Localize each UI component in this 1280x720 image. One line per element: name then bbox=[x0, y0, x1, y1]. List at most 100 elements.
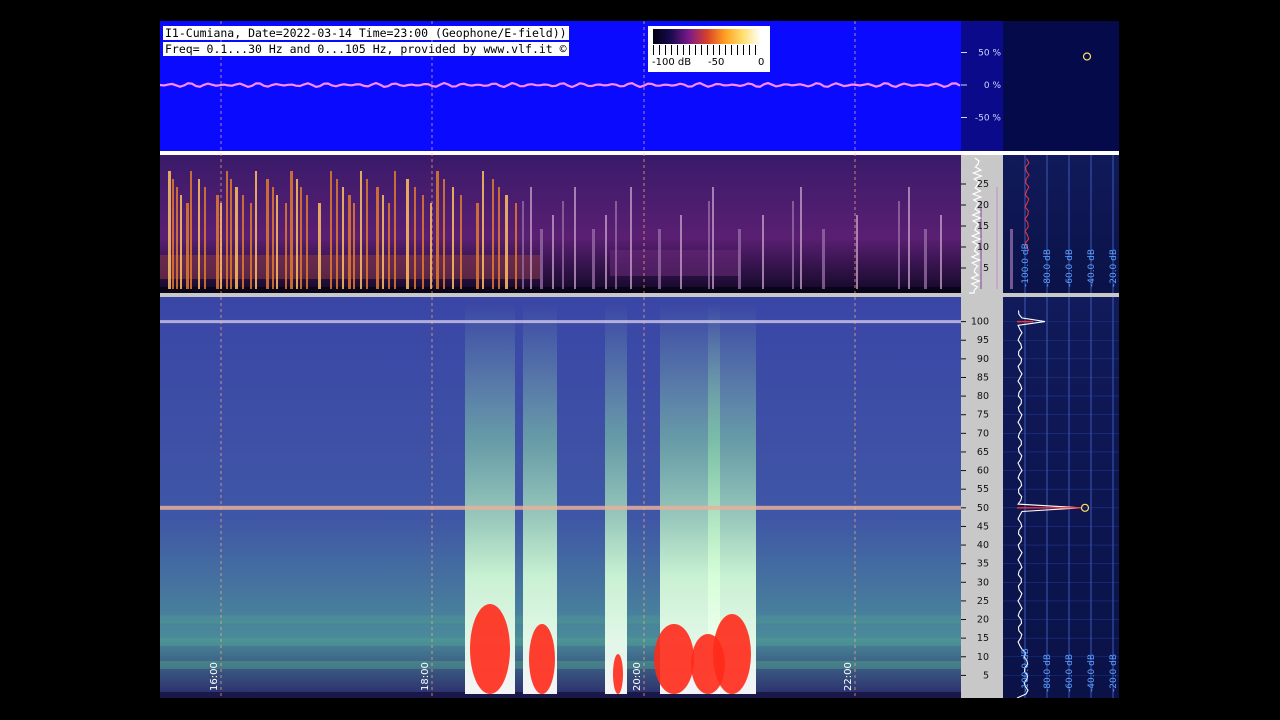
sferic-line bbox=[285, 203, 287, 289]
noise-burst-core bbox=[654, 624, 694, 694]
low-spectrogram-floor bbox=[160, 692, 961, 698]
sferic-line bbox=[708, 201, 710, 289]
colorbar-label-max: 0 bbox=[758, 57, 765, 68]
mid-ytick-label: 15 bbox=[977, 221, 989, 232]
mid-ytick-label: 10 bbox=[977, 242, 989, 253]
low-spectrogram-background bbox=[160, 297, 961, 698]
sferic-line bbox=[180, 195, 182, 289]
mid-spectrogram-floor bbox=[160, 287, 961, 293]
noise-burst-core bbox=[613, 654, 623, 694]
sferic-line bbox=[482, 171, 484, 289]
colorbar: -100 dB -50 0 bbox=[648, 26, 770, 72]
header-line-1: I1-Cumiana, Date=2022-03-14 Time=23:00 (… bbox=[163, 26, 569, 40]
mid-ytick-label: 25 bbox=[977, 179, 989, 190]
low-ytick-label: 100 bbox=[971, 317, 989, 328]
amplitude-tick-label: -50 % bbox=[975, 114, 1002, 124]
colorbar-label-min: -100 dB bbox=[652, 57, 692, 68]
sferic-line bbox=[615, 201, 617, 289]
sferic-line bbox=[436, 171, 439, 289]
schumann-band bbox=[160, 660, 961, 669]
sferic-line bbox=[296, 179, 298, 289]
sferic-line bbox=[800, 187, 802, 289]
sferic-line bbox=[414, 187, 416, 289]
low-ytick-label: 70 bbox=[977, 428, 989, 439]
sferic-line bbox=[388, 203, 390, 289]
noise-burst bbox=[605, 303, 627, 694]
time-label: 18:00 bbox=[420, 662, 431, 691]
sferic-line bbox=[498, 187, 500, 289]
noise-burst-core bbox=[470, 604, 510, 694]
low-ytick-label: 45 bbox=[977, 521, 989, 532]
low-ytick-label: 85 bbox=[977, 372, 989, 383]
sferic-line bbox=[342, 187, 344, 289]
sferic-line bbox=[406, 179, 409, 289]
low-ytick-label: 65 bbox=[977, 447, 989, 458]
noise-burst-core bbox=[529, 624, 555, 694]
sferic-line bbox=[443, 179, 445, 289]
low-ytick-label: 30 bbox=[977, 577, 989, 588]
sferic-line bbox=[1010, 229, 1013, 289]
sferic-line bbox=[172, 179, 174, 289]
time-label: 20:00 bbox=[632, 662, 643, 691]
sferic-line bbox=[630, 187, 632, 289]
schumann-band bbox=[160, 615, 961, 624]
sferic-line bbox=[360, 171, 362, 289]
sferic-line bbox=[680, 215, 682, 289]
amplitude-tick-label: 0 % bbox=[984, 81, 1002, 91]
mid-ytick-label: 5 bbox=[983, 263, 989, 274]
sferic-line bbox=[924, 229, 927, 289]
sferic-line bbox=[762, 215, 764, 289]
sferic-line bbox=[168, 171, 171, 289]
sferic-line bbox=[605, 215, 607, 289]
sferic-line bbox=[190, 171, 192, 289]
sferic-line bbox=[353, 203, 355, 289]
mid-db-label: -100.0 dB bbox=[1021, 243, 1031, 287]
sferic-line bbox=[226, 171, 228, 289]
sferic-line bbox=[336, 179, 338, 289]
sferic-line bbox=[382, 195, 384, 289]
mains-line-100hz bbox=[160, 320, 961, 324]
sferic-line bbox=[452, 187, 454, 289]
sferic-line bbox=[476, 203, 479, 289]
sferic-line bbox=[562, 201, 564, 289]
sferic-line bbox=[460, 195, 462, 289]
low-ytick-label: 95 bbox=[977, 335, 989, 346]
low-ytick-label: 10 bbox=[977, 652, 989, 663]
mid-db-label: -40.0 dB bbox=[1087, 249, 1097, 287]
low-db-label: -20.0 dB bbox=[1109, 654, 1119, 692]
sferic-line bbox=[300, 187, 302, 289]
separator bbox=[160, 151, 1119, 155]
spectrogram-canvas: 50 % 0 % -50 % 5 10 15 20 25 -100.0 dB -80.0 dB -6… bbox=[160, 21, 1119, 698]
sferic-line bbox=[242, 195, 244, 289]
sferic-line bbox=[738, 229, 741, 289]
amplitude-side-panel bbox=[1003, 21, 1119, 151]
sferic-line bbox=[940, 215, 942, 289]
sferic-line bbox=[216, 195, 219, 289]
sferic-line bbox=[856, 215, 858, 289]
low-ytick-label: 50 bbox=[977, 503, 989, 514]
time-label: 22:00 bbox=[843, 662, 854, 691]
low-ytick-label: 20 bbox=[977, 615, 989, 626]
header-line-2: Freq= 0.1...30 Hz and 0...105 Hz, provid… bbox=[163, 42, 569, 56]
mid-db-label: -80.0 dB bbox=[1043, 249, 1053, 287]
sferic-line bbox=[592, 229, 595, 289]
schumann-band bbox=[160, 637, 961, 646]
sferic-line bbox=[330, 171, 332, 289]
low-ytick-label: 60 bbox=[977, 466, 989, 477]
low-ytick-label: 25 bbox=[977, 596, 989, 607]
sferic-line bbox=[198, 179, 200, 289]
mains-line-50hz bbox=[160, 505, 961, 510]
low-ytick-label: 80 bbox=[977, 391, 989, 402]
sferic-line bbox=[492, 179, 494, 289]
sferic-line bbox=[276, 195, 278, 289]
low-db-label: -60.0 dB bbox=[1065, 654, 1075, 692]
sferic-line bbox=[515, 203, 517, 289]
sferic-line bbox=[204, 187, 206, 289]
colorbar-label-mid: -50 bbox=[708, 57, 725, 68]
sferic-line bbox=[522, 201, 524, 289]
sferic-line bbox=[658, 229, 661, 289]
sferic-line bbox=[230, 179, 232, 289]
low-ytick-label: 5 bbox=[983, 670, 989, 681]
spectrogram-figure: 50 % 0 % -50 % 5 10 15 20 25 -100.0 dB -80.0 dB -6… bbox=[160, 21, 1119, 698]
mid-db-label: -20.0 dB bbox=[1109, 249, 1119, 287]
